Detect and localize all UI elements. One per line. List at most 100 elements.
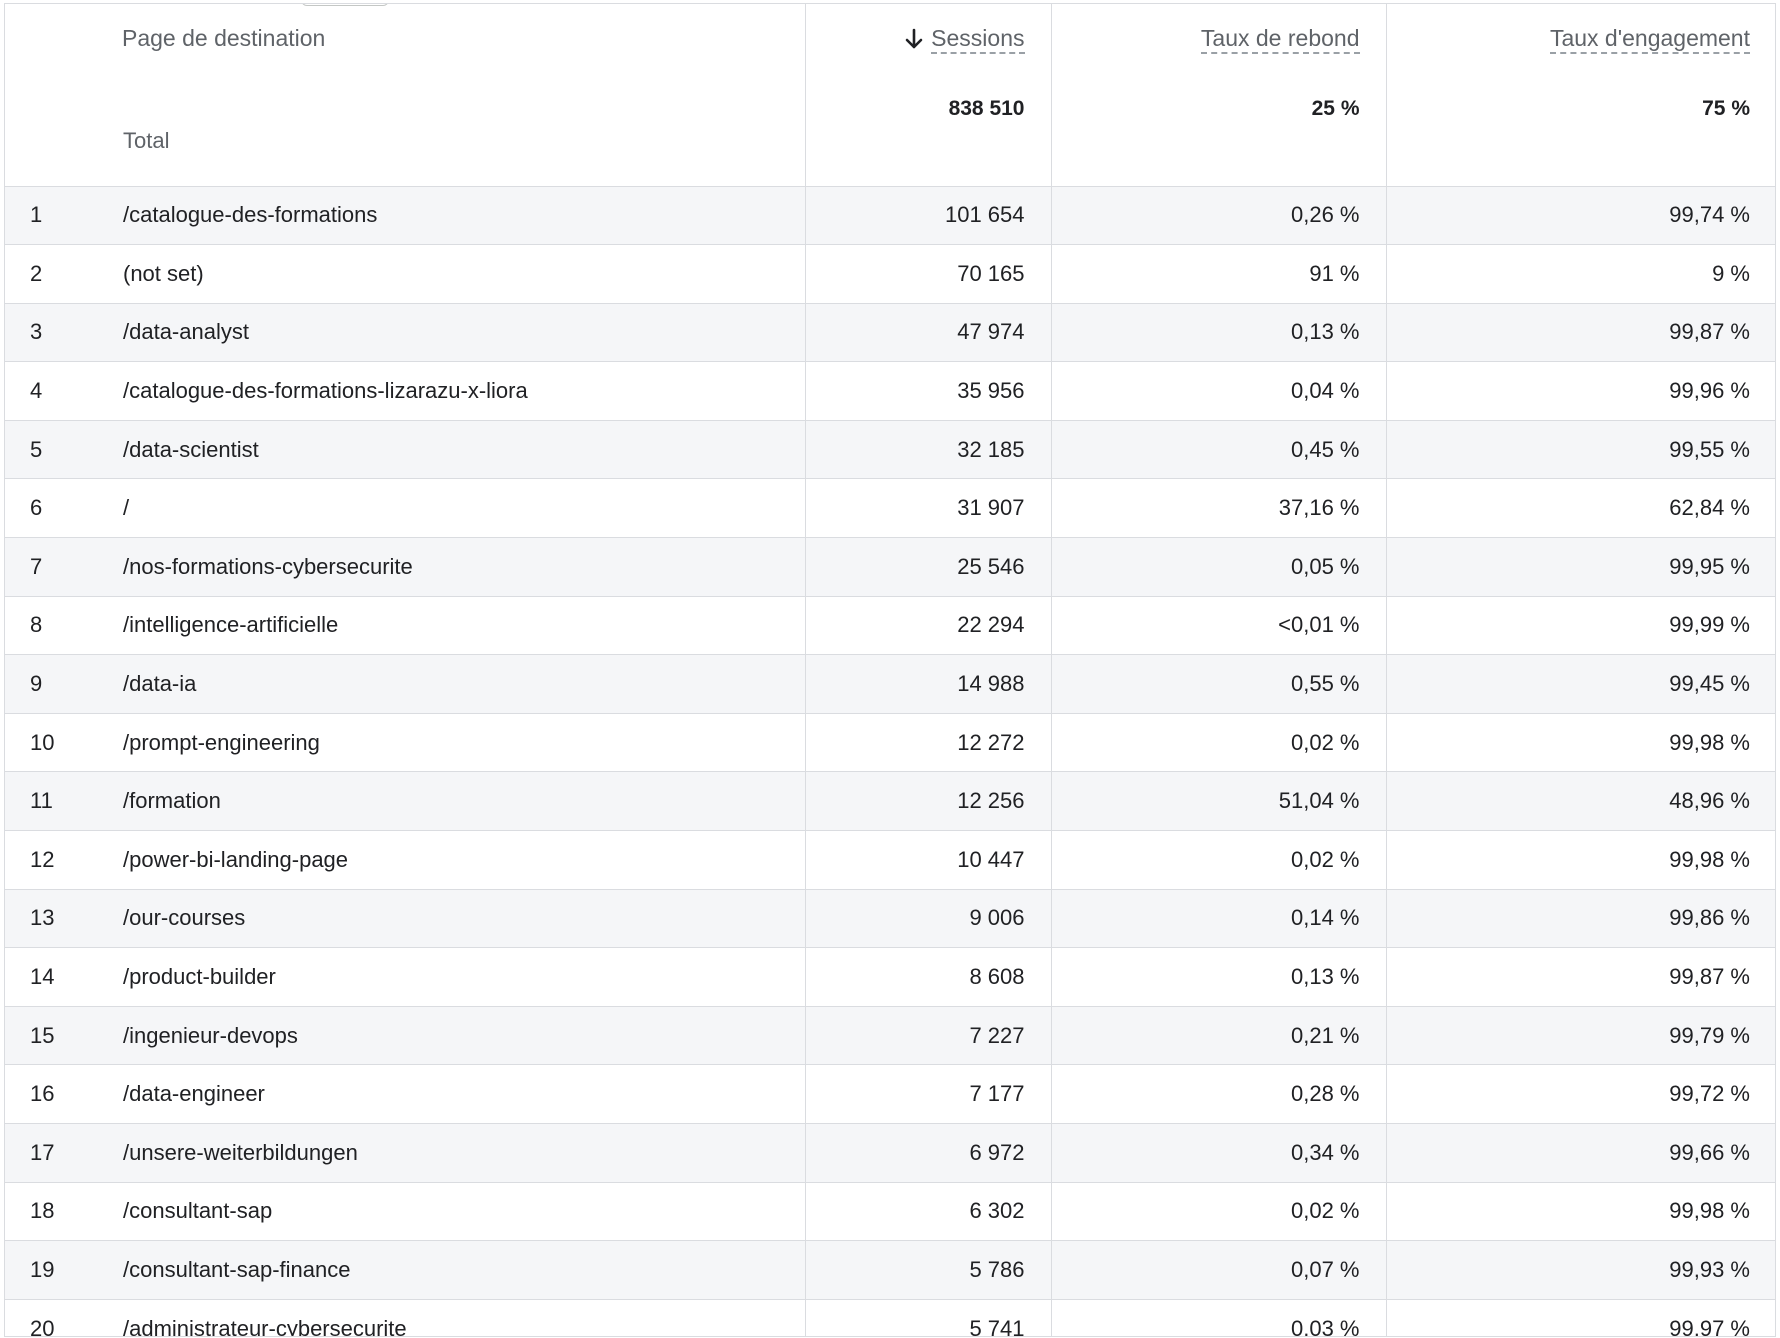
table-row[interactable]: 15/ingenieur-devops 7 227 0,21 % 99,79 % <box>5 1006 1775 1066</box>
row-index: 3 <box>5 303 122 363</box>
table-row[interactable]: 1/catalogue-des-formations 101 654 0,26 % 9… <box>5 186 1775 246</box>
landing-page-link[interactable]: (not set) <box>122 244 805 304</box>
landing-page-link[interactable]: /catalogue-des-formations-lizarazu-x-lio… <box>122 361 805 421</box>
row-index: 5 <box>5 420 122 480</box>
bounce-rate-value: 91 % <box>1050 244 1386 304</box>
engagement-rate-value: 48,96 % <box>1385 771 1775 832</box>
row-index: 11 <box>5 771 122 832</box>
table-row[interactable]: 11/formation 12 256 51,04 % 48,96 % <box>5 771 1775 832</box>
landing-page-link[interactable]: /consultant-sap-finance <box>122 1240 805 1300</box>
table-row[interactable]: 19/consultant-sap-finance 5 786 0,07 % 99,9… <box>5 1240 1775 1300</box>
landing-page-link[interactable]: /product-builder <box>122 947 805 1007</box>
landing-page-link[interactable]: /data-engineer <box>122 1064 805 1124</box>
table-row[interactable]: 9/data-ia 14 988 0,55 % 99,45 % <box>5 654 1775 714</box>
landing-page-link[interactable]: /nos-formations-cybersecurite <box>122 537 805 597</box>
sessions-value: 6 302 <box>804 1182 1051 1242</box>
bounce-rate-value: 0,21 % <box>1050 1006 1386 1066</box>
row-index: 15 <box>5 1006 122 1066</box>
totals-engagement-rate: 75 % <box>1385 85 1775 187</box>
bounce-rate-value: 0,02 % <box>1050 1182 1386 1242</box>
table-row[interactable]: 4/catalogue-des-formations-lizarazu-x-li… <box>5 361 1775 421</box>
sessions-value: 101 654 <box>804 186 1051 246</box>
landing-page-link[interactable]: /data-analyst <box>122 303 805 363</box>
bounce-rate-value: 0,02 % <box>1050 830 1386 890</box>
table-row[interactable]: 2 (not set) 70 165 91 % 9 % <box>5 244 1775 304</box>
table-row[interactable]: 14/product-builder 8 608 0,13 % 99,87 % <box>5 947 1775 1007</box>
engagement-rate-value: 99,93 % <box>1385 1240 1775 1300</box>
engagement-rate-value: 99,95 % <box>1385 537 1775 597</box>
landing-page-link[interactable]: /power-bi-landing-page <box>122 830 805 890</box>
engagement-rate-value: 99,55 % <box>1385 420 1775 480</box>
sessions-value: 31 907 <box>804 478 1051 539</box>
table-row[interactable]: 16/data-engineer 7 177 0,28 % 99,72 % <box>5 1064 1775 1124</box>
row-index: 2 <box>5 244 122 304</box>
totals-sessions: 838 510 <box>804 85 1051 187</box>
engagement-rate-value: 99,98 % <box>1385 830 1775 890</box>
sessions-value: 35 956 <box>804 361 1051 421</box>
bounce-rate-value: 0,28 % <box>1050 1064 1386 1124</box>
table-row[interactable]: 20/administrateur-cybersecurite 5 741 0,03… <box>5 1299 1775 1336</box>
engagement-rate-value: 99,79 % <box>1385 1006 1775 1066</box>
page-column-label: Page de destination <box>122 25 326 51</box>
table-row[interactable]: 6/31 907 37,16 % 62,84 % <box>5 478 1775 539</box>
landing-page-link[interactable]: /consultant-sap <box>122 1182 805 1242</box>
landing-page-link[interactable]: /prompt-engineering <box>122 713 805 773</box>
sessions-value: 32 185 <box>804 420 1051 480</box>
table-row[interactable]: 18/consultant-sap 6 302 0,02 % 99,98 % <box>5 1182 1775 1242</box>
bounce-rate-value: 0,45 % <box>1050 420 1386 480</box>
engagement-rate-value: 99,87 % <box>1385 303 1775 363</box>
table-row[interactable]: 13/our-courses 9 006 0,14 % 99,86 % <box>5 889 1775 949</box>
table-row[interactable]: 7/nos-formations-cybersecurite 25 546 0,05… <box>5 537 1775 597</box>
bounce-rate-value: 0,07 % <box>1050 1240 1386 1300</box>
landing-page-link[interactable]: /data-scientist <box>122 420 805 480</box>
landing-page-link[interactable]: /data-ia <box>122 654 805 714</box>
table-row[interactable]: 8/intelligence-artificielle 22 294 <0,01 %… <box>5 596 1775 656</box>
row-index: 20 <box>5 1299 122 1336</box>
landing-page-link[interactable]: /administrateur-cybersecurite <box>122 1299 805 1336</box>
row-index: 8 <box>5 596 122 656</box>
engagement-rate-value: 99,87 % <box>1385 947 1775 1007</box>
engagement-rate-value: 9 % <box>1385 244 1775 304</box>
table-row[interactable]: 3/data-analyst 47 974 0,13 % 99,87 % <box>5 303 1775 363</box>
landing-page-table: Page de destination Sessions Taux de reb… <box>5 4 1775 1336</box>
sessions-column-header[interactable]: Sessions <box>804 4 1051 85</box>
landing-page-link[interactable]: /our-courses <box>122 889 805 949</box>
bounce-rate-value: 51,04 % <box>1050 771 1386 832</box>
sessions-value: 70 165 <box>804 244 1051 304</box>
bounce-rate-column-label: Taux de rebond <box>1200 25 1360 54</box>
row-index: 6 <box>5 478 122 539</box>
totals-bounce-rate: 25 % <box>1050 85 1386 187</box>
row-index: 12 <box>5 830 122 890</box>
bounce-rate-value: 0,55 % <box>1050 654 1386 714</box>
totals-label: Total <box>122 85 805 187</box>
sessions-value: 5 786 <box>804 1240 1051 1300</box>
sessions-value: 10 447 <box>804 830 1051 890</box>
sessions-value: 12 256 <box>804 771 1051 832</box>
table-row[interactable]: 12/power-bi-landing-page 10 447 0,02 % 99,9… <box>5 830 1775 890</box>
row-index: 7 <box>5 537 122 597</box>
bounce-rate-value: <0,01 % <box>1050 596 1386 656</box>
table-row[interactable]: 10/prompt-engineering 12 272 0,02 % 99,98 % <box>5 713 1775 773</box>
index-column-header <box>5 4 122 85</box>
landing-page-link[interactable]: / <box>122 478 805 539</box>
table-row[interactable]: 17/unsere-weiterbildungen 6 972 0,34 % 99,6… <box>5 1123 1775 1183</box>
row-index: 4 <box>5 361 122 421</box>
landing-page-link[interactable]: /ingenieur-devops <box>122 1006 805 1066</box>
sort-descending-arrow-icon[interactable] <box>905 28 923 56</box>
bounce-rate-value: 0,14 % <box>1050 889 1386 949</box>
bounce-rate-column-header[interactable]: Taux de rebond <box>1050 4 1386 85</box>
landing-page-link[interactable]: /catalogue-des-formations <box>122 186 805 246</box>
landing-page-link[interactable]: /intelligence-artificielle <box>122 596 805 656</box>
engagement-rate-column-header[interactable]: Taux d'engagement <box>1385 4 1775 85</box>
table-header-row: Page de destination Sessions Taux de reb… <box>5 4 1775 85</box>
row-index: 9 <box>5 654 122 714</box>
sessions-value: 8 608 <box>804 947 1051 1007</box>
sessions-value: 25 546 <box>804 537 1051 597</box>
page-column-header[interactable]: Page de destination <box>122 4 805 85</box>
engagement-rate-value: 99,96 % <box>1385 361 1775 421</box>
landing-page-link[interactable]: /unsere-weiterbildungen <box>122 1123 805 1183</box>
table-row[interactable]: 5/data-scientist 32 185 0,45 % 99,55 % <box>5 420 1775 480</box>
bounce-rate-value: 0,05 % <box>1050 537 1386 597</box>
totals-row: Total 838 510 25 % 75 % <box>5 85 1775 187</box>
landing-page-link[interactable]: /formation <box>122 771 805 832</box>
